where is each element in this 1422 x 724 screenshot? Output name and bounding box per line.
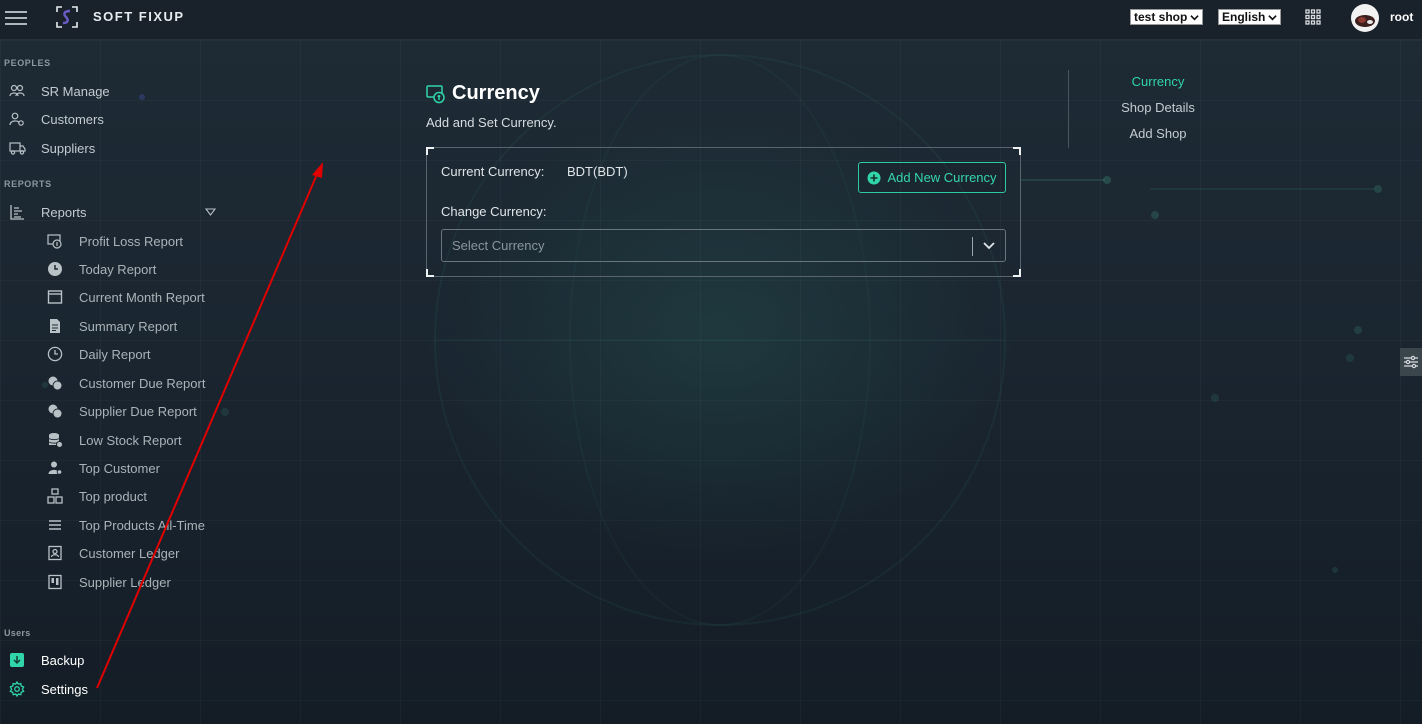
page-subtitle: Add and Set Currency. (426, 115, 557, 130)
boxes-icon (47, 488, 63, 504)
ledger-icon (47, 574, 63, 590)
current-currency-value: BDT(BDT) (567, 164, 628, 179)
sidebar-item-profit-loss-report[interactable]: Profit Loss Report (47, 233, 183, 249)
language-select-value: English (1222, 9, 1266, 24)
apps-grid-icon[interactable] (1305, 9, 1321, 25)
sidebar-item-reports[interactable]: Reports (8, 203, 87, 221)
page-header: Currency (426, 82, 540, 105)
user-icon (47, 460, 63, 476)
card-corner (426, 147, 434, 155)
sidebar-item-label: Top product (79, 488, 147, 504)
contact-icon (47, 545, 63, 561)
right-nav-item-currency[interactable]: Currency (1068, 74, 1248, 89)
document-icon (47, 318, 63, 334)
chevron-down-icon (1268, 14, 1278, 20)
section-title-peoples: PEOPLES (4, 58, 51, 68)
page-title: Currency (452, 82, 540, 104)
card-corner (1013, 269, 1021, 277)
sidebar: PEOPLES SR Manage Customers Suppliers RE… (0, 40, 230, 724)
select-separator (972, 237, 973, 256)
sidebar-item-top-customer[interactable]: Top Customer (47, 460, 160, 476)
sidebar-item-label: Summary Report (79, 318, 178, 334)
backup-icon (8, 651, 26, 669)
gear-icon (8, 680, 26, 698)
truck-icon (8, 139, 26, 157)
add-new-currency-label: Add New Currency (887, 170, 997, 185)
sidebar-item-supplier-ledger[interactable]: Supplier Ledger (47, 574, 171, 590)
add-new-currency-button[interactable]: Add New Currency (858, 162, 1006, 193)
reports-list-icon (8, 203, 26, 221)
sidebar-item-label: Customer Ledger (79, 545, 180, 561)
settings-panel-toggle[interactable] (1400, 348, 1422, 376)
sidebar-item-suppliers[interactable]: Suppliers (8, 139, 95, 157)
top-bar: SOFT FIXUP test shop English root (0, 0, 1422, 40)
card-corner (426, 269, 434, 277)
sidebar-item-label: SR Manage (41, 83, 110, 99)
hamburger-menu-icon[interactable] (5, 11, 27, 25)
currency-select-placeholder: Select Currency (452, 238, 545, 253)
sidebar-item-label: Daily Report (79, 346, 151, 362)
plus-circle-icon (867, 171, 881, 184)
sidebar-item-label: Supplier Ledger (79, 574, 171, 590)
language-select[interactable]: English (1218, 9, 1282, 25)
sidebar-item-label: Backup (41, 652, 85, 668)
sidebar-item-customers[interactable]: Customers (8, 110, 104, 128)
users-icon (8, 82, 26, 100)
sidebar-item-customer-due-report[interactable]: Customer Due Report (47, 375, 205, 391)
sidebar-item-label: Reports (41, 204, 87, 220)
currency-card: Current Currency: BDT(BDT) Change Curren… (426, 147, 1021, 277)
sidebar-item-top-product[interactable]: Top product (47, 488, 147, 504)
sidebar-item-label: Supplier Due Report (79, 403, 197, 419)
sidebar-item-settings[interactable]: Settings (8, 680, 88, 698)
sidebar-item-label: Current Month Report (79, 289, 205, 305)
sidebar-item-top-products-all-time[interactable]: Top Products All-Time (47, 517, 205, 533)
currency-icon (426, 84, 445, 103)
money-icon (47, 233, 63, 249)
chevron-down-icon[interactable] (982, 240, 996, 252)
shop-select[interactable]: test shop (1130, 9, 1204, 25)
sidebar-item-label: Top Customer (79, 460, 160, 476)
database-icon (47, 432, 63, 448)
sidebar-item-label: Settings (41, 681, 88, 697)
sidebar-item-backup[interactable]: Backup (8, 651, 84, 669)
current-currency-label: Current Currency: (441, 164, 545, 179)
caret-down-icon[interactable] (205, 208, 216, 216)
sidebar-item-supplier-due-report[interactable]: Supplier Due Report (47, 403, 197, 419)
brand-name: SOFT FIXUP (93, 9, 185, 24)
sidebar-item-today-report[interactable]: Today Report (47, 261, 156, 277)
calendar-icon (47, 289, 63, 305)
sidebar-item-label: Profit Loss Report (79, 233, 184, 249)
change-currency-label: Change Currency: (441, 204, 547, 219)
username[interactable]: root (1390, 10, 1413, 24)
sidebar-item-label: Suppliers (41, 140, 96, 156)
sidebar-item-label: Top Products All-Time (79, 517, 205, 533)
right-nav-item-add-shop[interactable]: Add Shop (1068, 126, 1248, 141)
coins-icon (47, 403, 63, 419)
sidebar-item-sr-manage[interactable]: SR Manage (8, 82, 110, 100)
sidebar-item-customer-ledger[interactable]: Customer Ledger (47, 545, 179, 561)
sidebar-item-current-month-report[interactable]: Current Month Report (47, 289, 205, 305)
section-title-reports: REPORTS (4, 179, 52, 189)
section-title-users: Users (4, 628, 31, 638)
sidebar-item-daily-report[interactable]: Daily Report (47, 346, 151, 362)
card-corner (1013, 147, 1021, 155)
chevron-down-icon (1190, 14, 1200, 20)
sidebar-item-label: Today Report (79, 261, 157, 277)
brand-logo (56, 6, 78, 28)
clock-outline-icon (47, 346, 63, 362)
sidebar-item-summary-report[interactable]: Summary Report (47, 318, 177, 334)
right-nav-item-shop-details[interactable]: Shop Details (1068, 100, 1248, 115)
list-icon (47, 517, 63, 533)
sidebar-item-low-stock-report[interactable]: Low Stock Report (47, 432, 182, 448)
sidebar-item-label: Low Stock Report (79, 432, 182, 448)
avatar[interactable] (1351, 4, 1379, 32)
sidebar-item-label: Customer Due Report (79, 375, 206, 391)
user-settings-icon (8, 110, 26, 128)
clock-icon (47, 261, 63, 277)
shop-select-value: test shop (1134, 9, 1188, 24)
currency-select[interactable]: Select Currency (441, 229, 1006, 262)
coins-icon (47, 375, 63, 391)
sliders-icon (1404, 355, 1418, 369)
sidebar-item-label: Customers (41, 111, 104, 127)
